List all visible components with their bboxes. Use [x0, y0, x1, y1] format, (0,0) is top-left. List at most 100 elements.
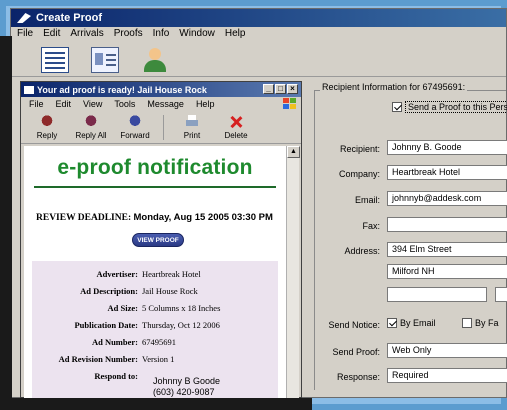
- response-label: Response:: [336, 372, 380, 382]
- close-icon[interactable]: ×: [287, 84, 298, 94]
- email-input[interactable]: johnnyb@addesk.com: [387, 191, 507, 206]
- minimize-icon[interactable]: _: [263, 84, 274, 94]
- company-label: Company:: [338, 169, 380, 179]
- detail-value: 67495691: [142, 337, 176, 347]
- reply-all-button[interactable]: Reply All: [69, 113, 113, 142]
- detail-key: Advertiser:: [96, 269, 138, 279]
- heading-divider: [34, 186, 276, 188]
- reply-all-icon: [83, 115, 99, 129]
- recipient-legend: Recipient Information for 67495691:: [320, 82, 468, 92]
- forward-button[interactable]: Forward: [113, 113, 157, 142]
- address-city-input[interactable]: [387, 287, 487, 302]
- envelope-icon: [24, 85, 34, 94]
- deadline-value: Monday, Aug 15 2005 03:30 PM: [133, 212, 273, 223]
- response-select[interactable]: Required: [387, 368, 507, 383]
- mail-menu-help[interactable]: Help: [196, 99, 215, 110]
- app-menu-bar: File Edit Arrivals Proofs Info Window He…: [11, 27, 506, 43]
- detail-key: Ad Revision Number:: [58, 354, 138, 364]
- by-fax-option[interactable]: By Fa: [462, 318, 499, 328]
- email-toolbar: Reply Reply All Forward Print Delete: [21, 112, 301, 144]
- detail-key: Publication Date:: [74, 320, 138, 330]
- reply-label: Reply: [36, 131, 58, 140]
- shadow-left: [0, 36, 12, 410]
- list-icon[interactable]: [41, 46, 69, 73]
- mail-menu-edit[interactable]: Edit: [56, 99, 72, 110]
- by-fax-checkbox[interactable]: [462, 318, 472, 328]
- forward-icon: [127, 115, 143, 129]
- scroll-up-icon[interactable]: ▲: [287, 146, 300, 158]
- windows-logo-icon: [283, 98, 297, 110]
- email-body: e-proof notification REVIEW DEADLINE: Mo…: [24, 146, 286, 398]
- mail-menu-tools[interactable]: Tools: [114, 99, 135, 110]
- detail-key: Ad Description:: [80, 286, 138, 296]
- vertical-scrollbar[interactable]: ▲: [286, 146, 300, 398]
- fax-input[interactable]: [387, 217, 507, 232]
- detail-value: Heartbreak Hotel: [142, 269, 201, 279]
- email-window: Your ad proof is ready! Jail House Rock …: [20, 81, 302, 398]
- menu-info[interactable]: Info: [153, 28, 170, 42]
- window-controls: _ □ ×: [263, 84, 298, 94]
- delete-button[interactable]: Delete: [214, 113, 258, 142]
- email-label: Email:: [354, 195, 380, 205]
- send-notice-label: Send Notice:: [328, 320, 380, 330]
- menu-window[interactable]: Window: [179, 28, 215, 42]
- address-line2-input[interactable]: Milford NH: [387, 264, 507, 279]
- reply-all-label: Reply All: [75, 131, 107, 140]
- address-label: Address:: [344, 246, 380, 256]
- forward-label: Forward: [120, 131, 150, 140]
- maximize-icon[interactable]: □: [275, 84, 286, 94]
- print-button[interactable]: Print: [170, 113, 214, 142]
- respond-phone: (603) 420-9087: [153, 387, 215, 397]
- email-menu-bar: File Edit View Tools Message Help: [21, 97, 301, 112]
- user-icon[interactable]: [141, 47, 169, 73]
- app-logo-icon: [17, 13, 31, 23]
- app-title-bar: Create Proof: [11, 9, 506, 27]
- send-proof-via-label: Send Proof:: [332, 347, 380, 357]
- fax-label: Fax:: [362, 221, 380, 231]
- view-proof-button[interactable]: VIEW PROOF: [132, 233, 184, 247]
- menu-arrivals[interactable]: Arrivals: [70, 28, 103, 42]
- reply-button[interactable]: Reply: [25, 113, 69, 142]
- menu-file[interactable]: File: [17, 28, 33, 42]
- printer-icon: [184, 115, 200, 129]
- by-email-checkbox[interactable]: [387, 318, 397, 328]
- mail-menu-message[interactable]: Message: [147, 99, 184, 110]
- recipient-input[interactable]: Johnny B. Goode: [387, 140, 507, 155]
- send-proof-checkbox-row[interactable]: Send a Proof to this Perso: [392, 101, 507, 113]
- menu-proofs[interactable]: Proofs: [114, 28, 143, 42]
- detail-key: Respond to:: [94, 371, 138, 381]
- by-email-label: By Email: [400, 318, 436, 328]
- app-toolbar: [11, 43, 506, 77]
- mail-menu-file[interactable]: File: [29, 99, 44, 110]
- delete-icon: [228, 115, 244, 129]
- detail-key: Ad Number:: [91, 337, 138, 347]
- by-email-option[interactable]: By Email: [387, 318, 436, 328]
- menu-edit[interactable]: Edit: [43, 28, 60, 42]
- detail-key: Ad Size:: [107, 303, 138, 313]
- respond-to-contact: Johnny B Goode (603) 420-9087: [153, 376, 220, 398]
- detail-value: Thursday, Oct 12 2006: [142, 320, 220, 330]
- by-fax-label: By Fa: [475, 318, 499, 328]
- app-title: Create Proof: [36, 12, 103, 24]
- send-proof-checkbox[interactable]: [392, 102, 402, 112]
- detail-value: Version 1: [142, 354, 175, 364]
- email-title: Your ad proof is ready! Jail House Rock: [37, 84, 207, 95]
- email-title-bar: Your ad proof is ready! Jail House Rock …: [21, 82, 301, 97]
- eproof-heading: e-proof notification: [57, 156, 253, 179]
- delete-label: Delete: [224, 131, 248, 140]
- reply-icon: [39, 115, 55, 129]
- contact-card-icon[interactable]: [91, 46, 119, 73]
- address-line1-input[interactable]: 394 Elm Street: [387, 242, 507, 257]
- proof-details: Advertiser: Heartbreak Hotel Ad Descript…: [32, 261, 278, 398]
- deadline-label: REVIEW DEADLINE:: [36, 213, 132, 223]
- mail-menu-view[interactable]: View: [83, 99, 102, 110]
- detail-value: 5 Columns x 18 Inches: [142, 303, 221, 313]
- send-proof-label: Send a Proof to this Perso: [405, 101, 507, 113]
- detail-value: Jail House Rock: [142, 286, 198, 296]
- company-input[interactable]: Heartbreak Hotel: [387, 165, 507, 180]
- send-proof-via-select[interactable]: Web Only: [387, 343, 507, 358]
- review-deadline: REVIEW DEADLINE: Monday, Aug 15 2005 03:…: [36, 212, 273, 223]
- menu-help[interactable]: Help: [225, 28, 246, 42]
- address-state-input[interactable]: [495, 287, 507, 302]
- print-label: Print: [183, 131, 201, 140]
